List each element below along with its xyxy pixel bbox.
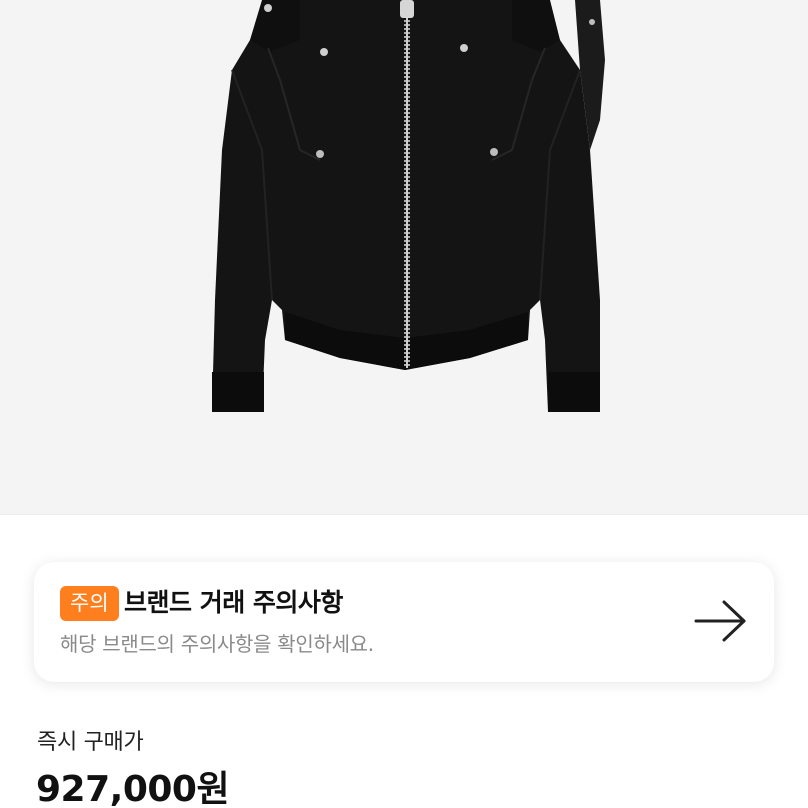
instant-buy-price-label: 즉시 구매가 [37, 730, 144, 755]
jacket-illustration [212, 0, 605, 412]
product-detail-page: 주의 브랜드 거래 주의사항 해당 브랜드의 주의사항을 확인하세요. 즉시 구… [0, 0, 808, 808]
section-divider [0, 514, 808, 515]
brand-notice-card[interactable]: 주의 브랜드 거래 주의사항 해당 브랜드의 주의사항을 확인하세요. [34, 562, 774, 682]
product-image[interactable] [0, 0, 808, 514]
notice-title: 브랜드 거래 주의사항 [124, 588, 343, 617]
instant-buy-price: 927,000원 [36, 769, 230, 808]
arrow-right-icon[interactable] [694, 598, 748, 644]
notice-description: 해당 브랜드의 주의사항을 확인하세요. [60, 632, 374, 656]
caution-badge: 주의 [60, 586, 119, 621]
